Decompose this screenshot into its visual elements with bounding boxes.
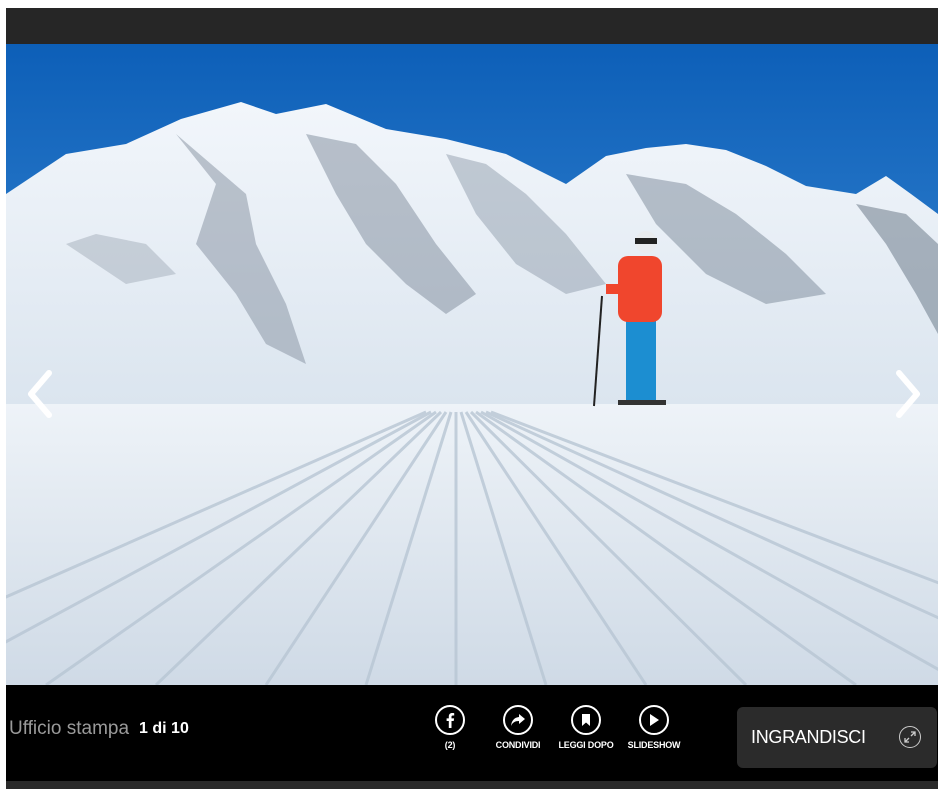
read-later-label: LEGGI DOPO	[558, 740, 614, 750]
play-icon	[639, 705, 669, 735]
gallery-photo[interactable]	[6, 44, 938, 685]
photo-credit: Ufficio stampa	[9, 718, 130, 739]
photo-counter: 1 di 10	[139, 720, 189, 737]
chevron-right-icon	[896, 370, 920, 418]
slideshow-label: SLIDESHOW	[627, 740, 681, 750]
gallery-frame: Ufficio stampa 1 di 10 (2) CONDIVIDI LEG…	[6, 8, 938, 789]
read-later-button[interactable]: LEGGI DOPO	[552, 705, 620, 750]
enlarge-button[interactable]: INGRANDISCI	[737, 707, 937, 768]
next-photo-button[interactable]	[888, 364, 928, 424]
previous-photo-button[interactable]	[20, 364, 60, 424]
share-actions: (2) CONDIVIDI LEGGI DOPO SLIDESHOW	[416, 705, 688, 750]
expand-icon	[899, 726, 921, 748]
share-label: CONDIVIDI	[495, 740, 541, 750]
gallery-top-bar	[6, 8, 938, 44]
bookmark-icon	[571, 705, 601, 735]
share-button[interactable]: CONDIVIDI	[484, 705, 552, 750]
facebook-icon	[435, 705, 465, 735]
share-icon	[503, 705, 533, 735]
gallery-bottom-strip	[6, 781, 938, 789]
enlarge-label: INGRANDISCI	[751, 727, 866, 747]
slideshow-button[interactable]: SLIDESHOW	[620, 705, 688, 750]
facebook-share-count: (2)	[444, 740, 456, 750]
facebook-share-button[interactable]: (2)	[416, 705, 484, 750]
photo-info: Ufficio stampa 1 di 10	[9, 713, 189, 745]
gallery-toolbar: Ufficio stampa 1 di 10 (2) CONDIVIDI LEG…	[6, 685, 938, 781]
chevron-left-icon	[28, 370, 52, 418]
photo-illustration	[6, 44, 938, 685]
